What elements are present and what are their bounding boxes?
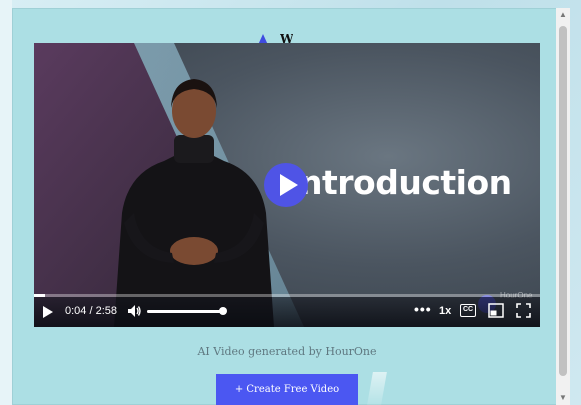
scroll-down-icon[interactable]: ▼ — [556, 391, 570, 405]
create-free-video-button[interactable]: + Create Free Video — [216, 374, 358, 405]
volume-knob[interactable] — [219, 307, 227, 315]
fullscreen-icon[interactable] — [516, 303, 531, 318]
play-icon[interactable] — [43, 306, 53, 318]
playback-speed-button[interactable]: 1x — [439, 305, 451, 317]
player-controls: 0:04 / 2:58 ••• 1x CC — [34, 297, 540, 327]
big-play-button[interactable] — [264, 163, 308, 207]
volume-fill — [147, 310, 223, 313]
time-display: 0:04 / 2:58 — [65, 305, 117, 317]
video-player[interactable]: ntroduction HourOne 0:04 / 2:58 ••• 1x C… — [34, 43, 540, 327]
video-caption: AI Video generated by HourOne — [197, 345, 377, 358]
more-icon[interactable]: ••• — [414, 301, 432, 317]
presenter-avatar — [114, 79, 274, 327]
cc-icon[interactable]: CC — [460, 304, 476, 317]
scroll-up-icon[interactable]: ▲ — [556, 8, 570, 22]
volume-icon[interactable] — [126, 303, 142, 319]
scroll-thumb[interactable] — [559, 26, 567, 376]
modal-scrollbar[interactable]: ▲ ▼ — [556, 8, 570, 405]
page-left-edge — [0, 0, 12, 405]
slide-title: ntroduction — [299, 163, 512, 202]
volume-slider[interactable] — [147, 307, 227, 315]
play-icon — [279, 174, 298, 196]
picture-in-picture-icon[interactable] — [488, 303, 504, 318]
